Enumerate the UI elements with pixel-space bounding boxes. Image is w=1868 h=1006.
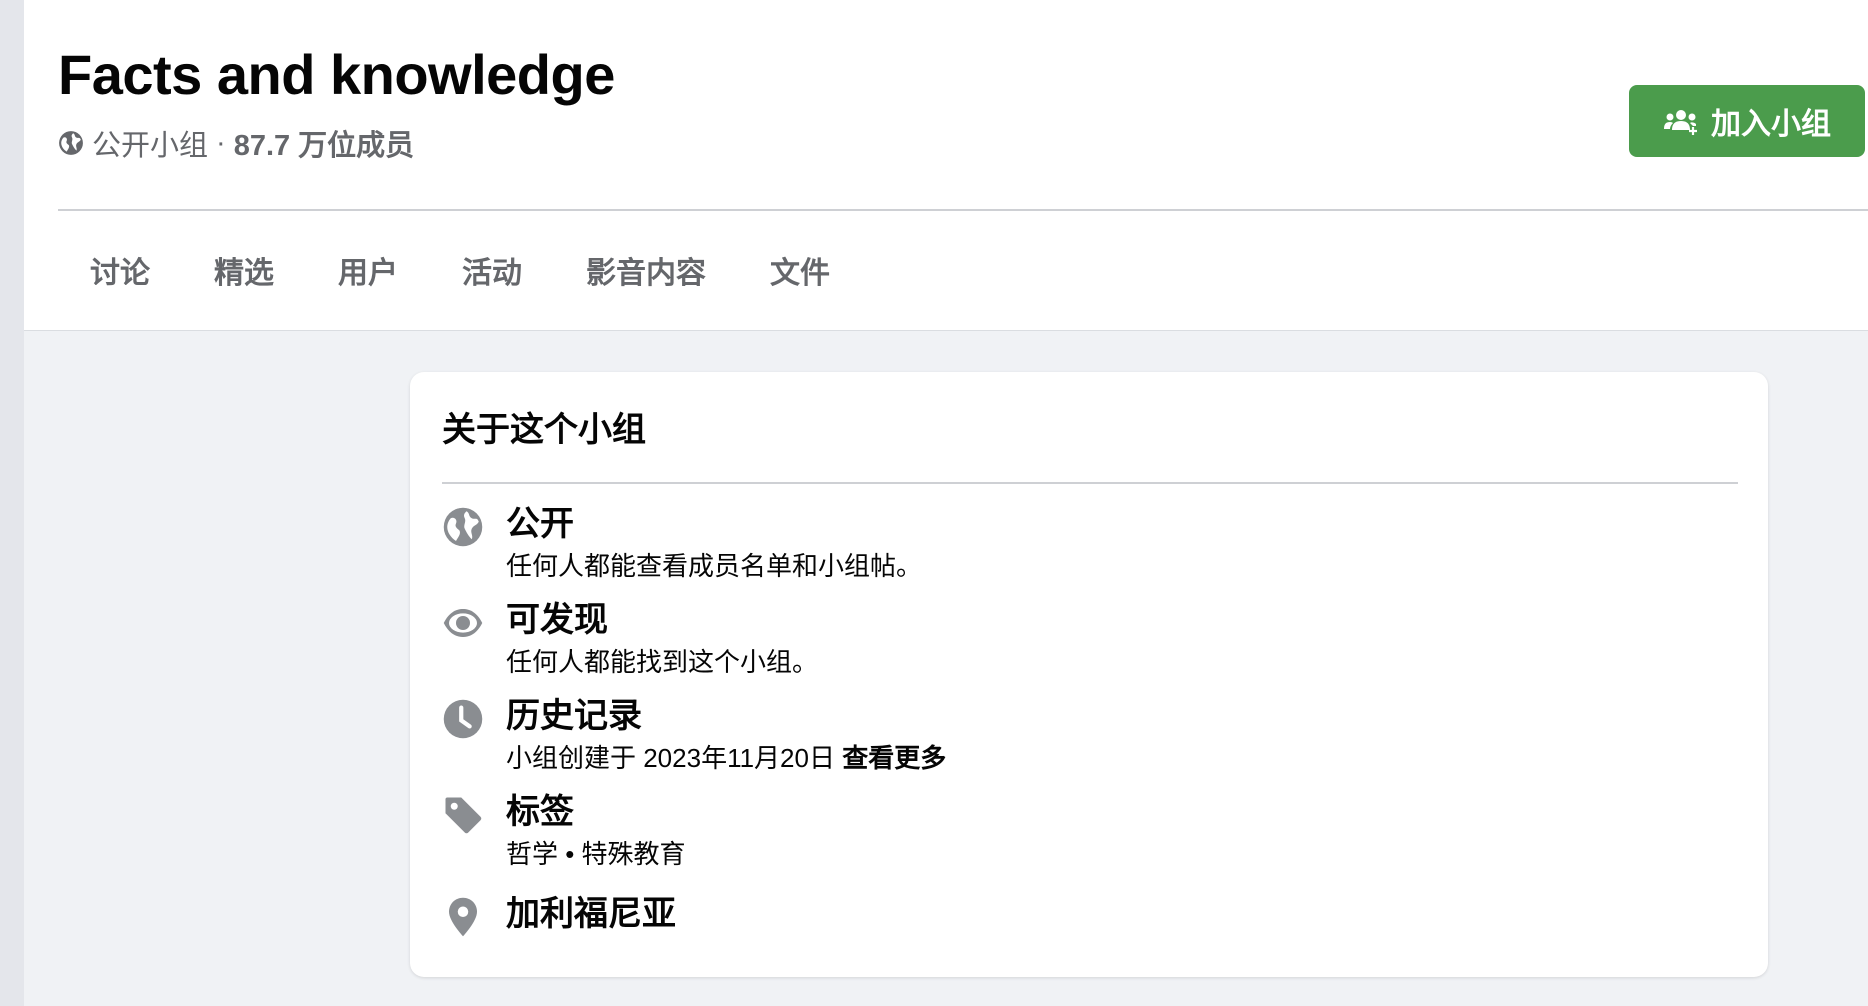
location-title[interactable]: 加利福尼亚 [506,892,676,936]
privacy-desc: 任何人都能查看成员名单和小组帖。 [506,551,923,581]
group-meta: 公开小组 · 87.7 万位成员 [58,122,414,164]
tags-desc[interactable]: 哲学 • 特殊教育 [506,834,686,874]
info-row-tags: 标签 哲学 • 特殊教育 [442,790,1732,874]
tab-discussion[interactable]: 讨论 [58,234,182,306]
location-pin-icon [442,896,484,938]
info-row-privacy: 公开 任何人都能查看成员名单和小组帖。 [442,502,1732,586]
info-row-location: 加利福尼亚 [442,892,1732,938]
clock-icon [442,698,484,740]
globe-icon [442,506,484,548]
group-header: Facts and knowledge 公开小组 · 87.7 万位成员 加入小… [24,0,1868,331]
visibility-desc: 任何人都能找到这个小组。 [506,647,819,677]
join-group-label: 加入小组 [1711,108,1831,141]
about-title: 关于这个小组 [442,411,646,449]
tab-files[interactable]: 文件 [738,234,862,306]
tab-media[interactable]: 影音内容 [554,234,738,306]
created-date: 小组创建于 2023年11月20日 [506,743,843,773]
join-group-button[interactable]: 加入小组 [1629,85,1865,157]
about-group-card: 关于这个小组 公开 任何人都能查看成员名单和小组帖。 可发现 任何人都能找到这个… [410,372,1768,977]
group-privacy: 公开小组 [92,130,209,162]
tab-people[interactable]: 用户 [306,234,430,306]
tab-events[interactable]: 活动 [430,234,554,306]
add-group-icon [1664,110,1697,135]
history-title: 历史记录 [506,697,642,735]
header-divider [58,209,1868,211]
info-row-history: 历史记录 小组创建于 2023年11月20日 查看更多 [442,694,1732,778]
about-divider [442,482,1738,484]
privacy-title: 公开 [506,505,574,543]
meta-separator: · [216,126,226,159]
tag-icon [442,794,484,836]
group-tabs: 讨论 精选 用户 活动 影音内容 文件 [58,230,862,310]
see-more-link[interactable]: 查看更多 [842,743,946,773]
tab-featured[interactable]: 精选 [182,234,306,306]
eye-icon [442,602,484,644]
visibility-title: 可发现 [506,601,608,639]
globe-icon [58,130,84,156]
member-count[interactable]: 87.7 万位成员 [234,122,415,164]
info-row-visibility: 可发现 任何人都能找到这个小组。 [442,598,1732,682]
group-title: Facts and knowledge [58,43,615,106]
tags-title: 标签 [506,793,574,831]
history-desc: 小组创建于 2023年11月20日 查看更多 [506,738,946,778]
left-gutter [0,0,24,1006]
